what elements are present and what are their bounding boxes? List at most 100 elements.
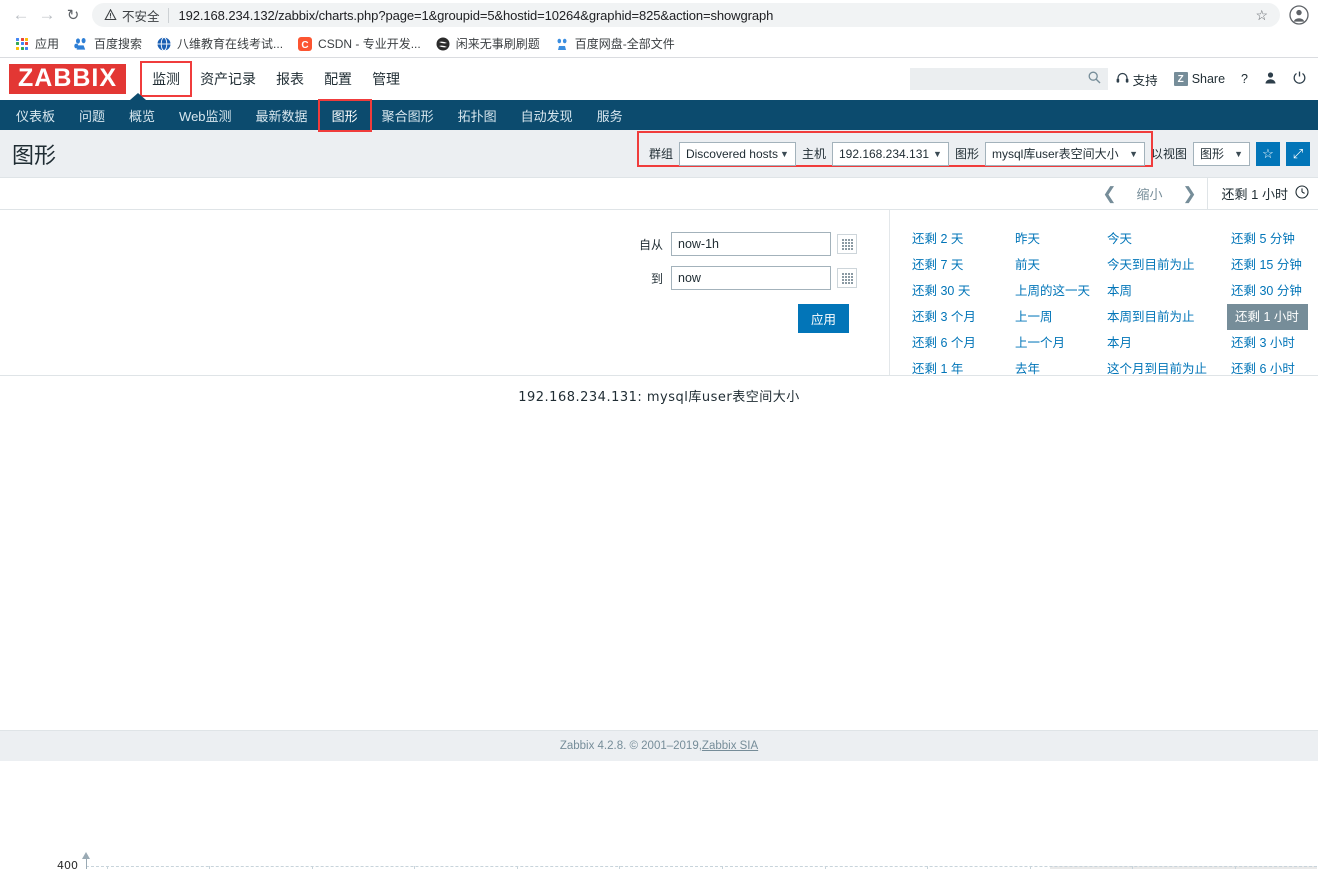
bookmark-baidu-pan[interactable]: 百度网盘-全部文件: [548, 33, 683, 54]
range-last-30-minutes[interactable]: 还剩 30 分钟: [1227, 278, 1308, 304]
search-icon: [1088, 71, 1101, 87]
url-text: 192.168.234.132/zabbix/charts.php?page=1…: [178, 7, 774, 23]
zoom-out-button[interactable]: 缩小: [1127, 184, 1173, 203]
graph-select[interactable]: mysql库user表空间大小 ▼: [984, 141, 1145, 166]
range-this-week-so-far[interactable]: 本周到目前为止: [1103, 304, 1227, 330]
range-last-6-months[interactable]: 还剩 6 个月: [908, 330, 1011, 356]
nav-configuration[interactable]: 配置: [314, 63, 362, 95]
bookmark-csdn[interactable]: C CSDN - 专业开发...: [291, 33, 429, 54]
back-arrow-icon[interactable]: ←: [8, 2, 34, 28]
time-prev-button[interactable]: ❮: [1093, 178, 1127, 209]
range-last-30-days[interactable]: 还剩 30 天: [908, 278, 1011, 304]
add-favorite-button[interactable]: ☆: [1256, 141, 1280, 166]
reload-icon[interactable]: ↻: [60, 2, 86, 28]
view-as-label: 以视图: [1150, 147, 1187, 161]
quick-range-column-3: 今天 今天到目前为止 本周 本周到目前为止 本月 这个月到目前为止 本年 今年到…: [1103, 226, 1227, 428]
view-as-value: 图形: [1200, 147, 1225, 161]
to-input[interactable]: [671, 266, 831, 290]
bookmark-label: CSDN - 专业开发...: [318, 37, 421, 51]
to-calendar-icon[interactable]: [837, 268, 857, 288]
subnav-web[interactable]: Web监测: [167, 101, 244, 130]
host-value: 192.168.234.131: [838, 146, 930, 161]
subnav-screens[interactable]: 聚合图形: [370, 101, 446, 130]
apps-grid-icon: [14, 36, 30, 52]
page-footer: Zabbix 4.2.8. © 2001–2019, Zabbix SIA: [0, 731, 1318, 761]
bookmark-apps[interactable]: 应用: [8, 33, 67, 54]
kiosk-mode-button[interactable]: ⤢: [1286, 141, 1310, 166]
baidu-icon: [73, 36, 89, 52]
forward-arrow-icon[interactable]: →: [34, 2, 60, 28]
range-last-3-months[interactable]: 还剩 3 个月: [908, 304, 1011, 330]
subnav-dashboard[interactable]: 仪表板: [4, 101, 67, 130]
bookmark-baidu-search[interactable]: 百度搜索: [67, 33, 150, 54]
subnav-latest-data[interactable]: 最新数据: [244, 101, 320, 130]
bookmark-label: 百度搜索: [94, 37, 143, 51]
browser-toolbar: ← → ↻ 不安全 192.168.234.132/zabbix/charts.…: [0, 0, 1318, 30]
graph-selector-controls: 群组 Discovered hosts ▼ 主机 192.168.234.131…: [636, 130, 1310, 167]
dark-globe-icon: [435, 36, 451, 52]
host-select[interactable]: 192.168.234.131 ▼: [831, 141, 949, 166]
primary-nav: 监测 资产记录 报表 配置 管理: [140, 61, 410, 97]
range-this-day-last-week[interactable]: 上周的这一天: [1011, 278, 1103, 304]
search-input[interactable]: [915, 71, 1102, 87]
address-bar[interactable]: 不安全 192.168.234.132/zabbix/charts.php?pa…: [92, 3, 1280, 27]
subnav-services[interactable]: 服务: [585, 101, 635, 130]
range-previous-week[interactable]: 上一周: [1011, 304, 1103, 330]
range-this-week[interactable]: 本周: [1103, 278, 1227, 304]
range-day-before-yesterday[interactable]: 前天: [1011, 252, 1103, 278]
subnav-maps[interactable]: 拓扑图: [446, 101, 509, 130]
zabbix-sia-link[interactable]: Zabbix SIA: [702, 740, 758, 752]
from-calendar-icon[interactable]: [837, 234, 857, 254]
nav-inventory[interactable]: 资产记录: [190, 63, 266, 95]
range-last-15-minutes[interactable]: 还剩 15 分钟: [1227, 252, 1308, 278]
range-last-2-days[interactable]: 还剩 2 天: [908, 226, 1011, 252]
bookmark-label: 应用: [35, 37, 60, 51]
range-last-5-minutes[interactable]: 还剩 5 分钟: [1227, 226, 1308, 252]
bookmark-bawei-exam[interactable]: 八维教育在线考试...: [150, 33, 291, 54]
svg-text:C: C: [301, 40, 308, 51]
globe-icon: [156, 36, 172, 52]
share-link[interactable]: Z Share: [1166, 72, 1233, 86]
range-last-3-hours[interactable]: 还剩 3 小时: [1227, 330, 1308, 356]
host-group-select[interactable]: Discovered hosts ▼: [678, 141, 796, 166]
nav-administration[interactable]: 管理: [362, 63, 410, 95]
time-navigation-bar: ❮ 缩小 ❯ 还剩 1 小时: [0, 178, 1318, 210]
range-yesterday[interactable]: 昨天: [1011, 226, 1103, 252]
bookmark-label: 闲来无事刷刷题: [455, 37, 540, 51]
signout-link[interactable]: [1285, 71, 1314, 87]
subnav-graphs[interactable]: 图形: [317, 98, 372, 132]
headset-icon: [1116, 72, 1129, 87]
bookmark-xianlai[interactable]: 闲来无事刷刷题: [429, 33, 548, 54]
help-link[interactable]: ?: [1233, 72, 1256, 86]
nav-reports[interactable]: 报表: [266, 63, 314, 95]
subnav-overview[interactable]: 概览: [117, 101, 167, 130]
support-link[interactable]: 支持: [1108, 70, 1166, 89]
range-last-1-hour[interactable]: 还剩 1 小时: [1227, 304, 1308, 330]
clock-icon: [1295, 185, 1309, 202]
search-box[interactable]: [909, 68, 1108, 90]
profile-avatar-icon[interactable]: [1288, 4, 1310, 26]
bookmarks-bar: 应用 百度搜索 八维教育在线考试... C CSDN - 专业开发... 闲来无…: [0, 30, 1318, 58]
range-today-so-far[interactable]: 今天到目前为止: [1103, 252, 1227, 278]
range-previous-month[interactable]: 上一个月: [1011, 330, 1103, 356]
zabbix-header: ZABBIX 监测 资产记录 报表 配置 管理 支持 Z Share ?: [0, 58, 1318, 100]
user-profile-link[interactable]: [1256, 71, 1285, 87]
subnav-problems[interactable]: 问题: [67, 101, 117, 130]
time-next-button[interactable]: ❯: [1173, 178, 1207, 209]
bookmark-star-icon[interactable]: ☆: [1249, 7, 1268, 24]
subnav-discovery[interactable]: 自动发现: [509, 101, 585, 130]
view-as-select[interactable]: 图形 ▼: [1193, 141, 1250, 166]
range-this-month[interactable]: 本月: [1103, 330, 1227, 356]
from-input[interactable]: [671, 232, 831, 256]
nav-monitoring[interactable]: 监测: [140, 61, 193, 97]
apply-button[interactable]: 应用: [797, 304, 849, 333]
time-filter-form-area: 自从 到 应用: [0, 210, 890, 375]
range-today[interactable]: 今天: [1103, 226, 1227, 252]
time-range-tab[interactable]: 还剩 1 小时: [1206, 178, 1318, 209]
zabbix-logo[interactable]: ZABBIX: [9, 64, 127, 94]
range-last-7-days[interactable]: 还剩 7 天: [908, 252, 1011, 278]
quick-range-column-4: 还剩 5 分钟 还剩 15 分钟 还剩 30 分钟 还剩 1 小时 还剩 3 小…: [1227, 226, 1308, 428]
to-field-row: 到: [621, 266, 861, 290]
y-axis-tick-label: 400: [57, 859, 78, 869]
page-title: 图形: [12, 142, 57, 168]
